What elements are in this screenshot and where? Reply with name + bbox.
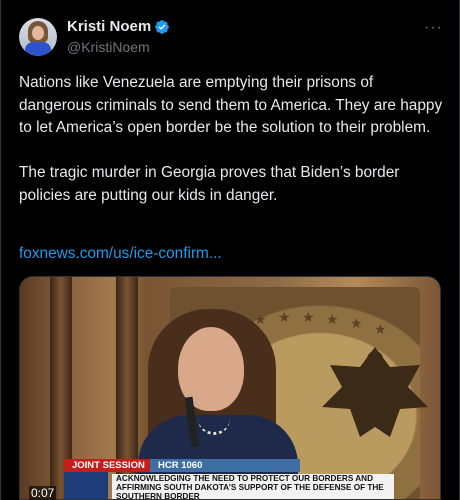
verified-badge-icon [155, 20, 170, 34]
author-handle[interactable]: @KristiNoem [67, 38, 170, 56]
tweet-link[interactable]: foxnews.com/us/ice-confirm... [19, 245, 222, 263]
video-timestamp: 0:07 [29, 486, 57, 500]
eagle-emblem [322, 347, 428, 437]
author-names: Kristi Noem @KristiNoem [67, 18, 170, 56]
news-lower-third: JOINT SESSION HCR 1060 ACKNOWLEDGING THE… [64, 459, 394, 499]
broadcast-logo-icon [64, 472, 108, 499]
lower-third-caption: ACKNOWLEDGING THE NEED TO PROTECT OUR BO… [112, 474, 394, 499]
author-display-name[interactable]: Kristi Noem [67, 18, 151, 36]
session-tag: JOINT SESSION [64, 459, 153, 472]
tweet-card[interactable]: Kristi Noem @KristiNoem ··· Nations like… [0, 0, 460, 500]
more-horizontal-icon[interactable]: ··· [424, 20, 443, 36]
bill-tag: HCR 1060 [150, 459, 300, 472]
video-player[interactable]: ★ ★ ★ ★ ★ ★ ★ JOINT SESSION HCR 1060 ACK… [19, 276, 441, 500]
tweet-header: Kristi Noem @KristiNoem ··· [19, 18, 443, 60]
tweet-text: Nations like Venezuela are emptying thei… [19, 74, 443, 204]
avatar[interactable] [19, 18, 57, 56]
